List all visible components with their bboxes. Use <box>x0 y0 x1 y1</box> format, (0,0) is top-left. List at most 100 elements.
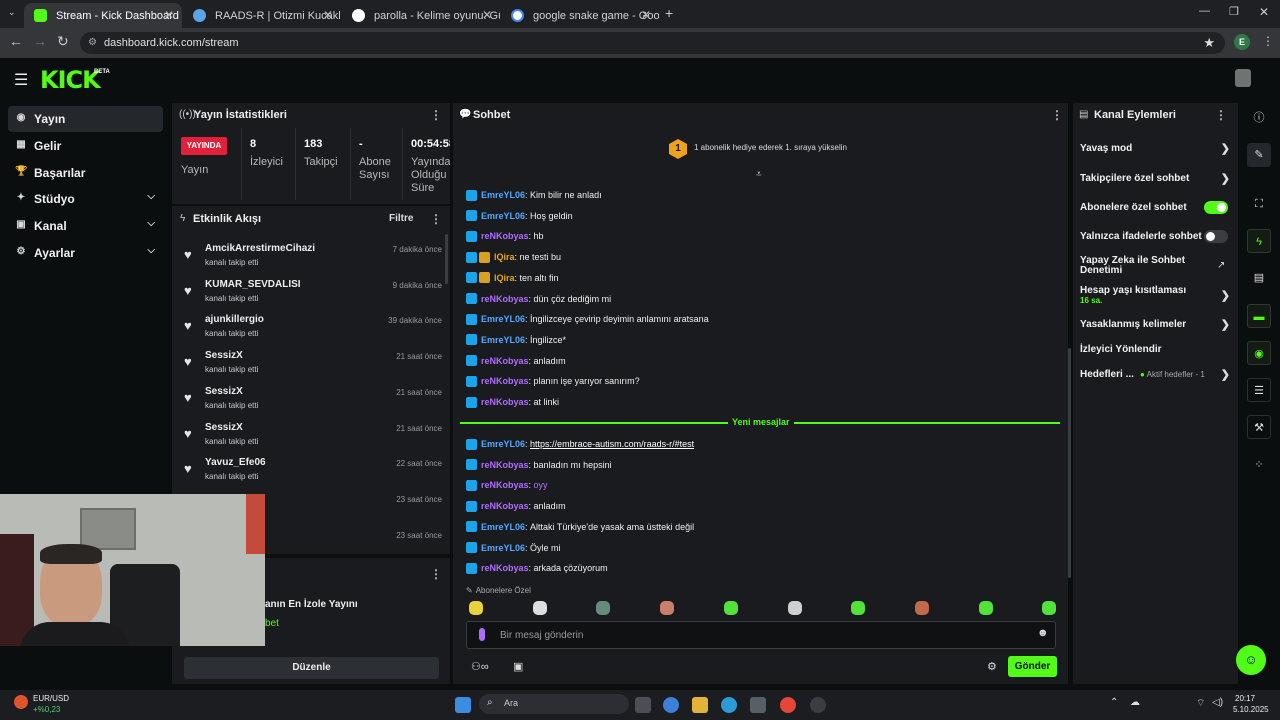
volume-icon[interactable]: ◁) <box>1212 697 1223 708</box>
kick-logo[interactable]: KICK <box>40 66 101 94</box>
chat-message[interactable]: EmreYL06: https://embrace-autism.com/raa… <box>466 436 694 452</box>
tab-raads[interactable]: RAADS-R | Otizmi Kucaklayın ✕ <box>183 3 341 28</box>
copilot-icon[interactable] <box>663 697 679 713</box>
chat-message[interactable]: EmreYL06: Alttaki Türkiye'de yasak ama ü… <box>466 519 694 535</box>
ticker-symbol[interactable]: EUR/USD <box>33 694 69 703</box>
activity-item[interactable]: ♥ KUMAR_SEVDALISI kanalı takip etti 9 dakik… <box>180 279 442 315</box>
new-tab-icon[interactable]: + <box>665 5 673 21</box>
chat-message[interactable]: reNKobyas: planın işe yarıyor sanırım? <box>466 373 640 389</box>
send-button[interactable]: Gönder <box>1008 656 1057 677</box>
chat-message[interactable]: lQira: ten altı fin <box>466 270 559 286</box>
slow-mode-row[interactable]: Yavaş mod ❯ <box>1080 143 1230 155</box>
chat-message[interactable]: EmreYL06: Kim bilir ne anladı <box>466 187 602 203</box>
sidebar-item-yayin[interactable]: ◉ Yayın <box>8 106 163 132</box>
reload-icon[interactable]: ↻ <box>57 33 69 50</box>
close-tab-icon[interactable]: ✕ <box>482 8 492 22</box>
frog-emote-icon[interactable] <box>723 601 738 615</box>
document-icon[interactable]: ▤ <box>1247 266 1271 290</box>
close-window-icon[interactable]: ✕ <box>1259 5 1269 19</box>
chat-username[interactable]: EmreYL06 <box>481 335 525 345</box>
ai-moderation-row[interactable]: Yapay Zeka ile Sohbet Denetimi <box>1080 256 1208 276</box>
url-field[interactable]: ⚙ dashboard.kick.com/stream ★ <box>80 32 1225 54</box>
obs-icon[interactable] <box>810 697 826 713</box>
edge-icon[interactable] <box>721 697 737 713</box>
speaker-emote-icon[interactable] <box>532 601 547 615</box>
followers-chat-row[interactable]: Takipçilere özel sohbet ❯ <box>1080 173 1230 185</box>
blob-emote-icon[interactable] <box>978 601 993 615</box>
stats-menu-icon[interactable]: ⋮ <box>430 108 442 122</box>
chat-message[interactable]: reNKobyas: arkada çözüyorum <box>466 560 608 576</box>
user-avatar[interactable] <box>1235 69 1251 87</box>
users-icon[interactable]: ⚇∞ <box>471 660 489 673</box>
broadcast-icon[interactable]: ◉ <box>1247 341 1271 365</box>
chat-username[interactable]: reNKobyas <box>481 480 529 490</box>
chat-username[interactable]: reNKobyas <box>481 460 529 470</box>
chat-message[interactable]: reNKobyas: at linki <box>466 394 559 410</box>
file-explorer-icon[interactable] <box>692 697 708 713</box>
sidebar-item-studyo[interactable]: ✦ Stüdyo ⌵ <box>8 186 163 212</box>
profile-avatar-icon[interactable]: E <box>1234 34 1250 50</box>
cat-emote-icon[interactable] <box>660 601 675 615</box>
tab-search-icon[interactable]: ⌄ <box>8 7 16 18</box>
chat-menu-icon[interactable]: ⋮ <box>1051 108 1063 122</box>
layout-icon[interactable]: ☰ <box>1247 378 1271 402</box>
cup-emote-icon[interactable] <box>851 601 866 615</box>
close-tab-icon[interactable]: ✕ <box>164 8 174 22</box>
goals-row[interactable]: Hedefleri ... ● Aktif hedefler - 1 ❯ <box>1080 369 1230 381</box>
chat-username[interactable]: reNKobyas <box>481 294 529 304</box>
chat-message[interactable]: reNKobyas: hb <box>466 228 544 244</box>
chat-username[interactable]: EmreYL06 <box>481 314 525 324</box>
chat-settings-icon[interactable]: ⚙ <box>987 660 997 673</box>
activity-scrollbar[interactable] <box>445 234 448 284</box>
chat-message[interactable]: lQira: ne testi bu <box>466 249 561 265</box>
external-link-icon[interactable]: ↗ <box>1217 260 1225 271</box>
chat-message[interactable]: reNKobyas: banladın mı hepsini <box>466 457 612 473</box>
chat-message[interactable]: EmreYL06: İngilizceye çevirip deyimin an… <box>466 311 709 327</box>
chat-username[interactable]: reNKobyas <box>481 397 529 407</box>
edit-icon[interactable]: ✎ <box>1247 143 1271 167</box>
activity-item[interactable]: ♥ SessizX kanalı takip etti 21 saat önce <box>180 422 442 458</box>
chat-username[interactable]: EmreYL06 <box>481 211 525 221</box>
chat-message[interactable]: EmreYL06: İngilizce* <box>466 332 566 348</box>
chat-scrollbar[interactable] <box>1068 348 1071 578</box>
browser-menu-icon[interactable]: ⋮ <box>1262 34 1274 48</box>
bookmark-star-icon[interactable]: ★ <box>1203 32 1215 54</box>
chat-username[interactable]: reNKobyas <box>481 563 529 573</box>
chat-message[interactable]: reNKobyas: dün çöz dediğim mi <box>466 291 611 307</box>
goal-banner[interactable]: 1 1 abonelik hediye ederek 1. sıraya yük… <box>460 132 1060 166</box>
chat-username[interactable]: EmreYL06 <box>481 543 525 553</box>
wrench-icon[interactable]: ⚒ <box>1247 415 1271 439</box>
channel-actions-menu-icon[interactable]: ⋮ <box>1215 108 1227 122</box>
box-emote-icon[interactable] <box>914 601 929 615</box>
taskbar-time[interactable]: 20:17 <box>1235 694 1255 703</box>
chat-username[interactable]: reNKobyas <box>481 231 529 241</box>
chat-message[interactable]: reNKobyas: oyy <box>466 477 548 493</box>
gift-icon[interactable]: ▣ <box>513 660 523 673</box>
subscribers-chat-toggle[interactable] <box>1204 201 1228 214</box>
chat-username[interactable]: lQira <box>494 273 515 283</box>
duck-emote-icon[interactable] <box>469 601 483 615</box>
emote-chat-toggle[interactable] <box>1204 230 1228 243</box>
activity-item[interactable]: ♥ SessizX kanalı takip etti 21 saat önce <box>180 350 442 386</box>
forward-icon[interactable]: → <box>33 33 47 49</box>
turtle-emote-icon[interactable] <box>596 601 611 615</box>
viewer-redirect-row[interactable]: İzleyici Yönlendir <box>1080 344 1230 355</box>
close-tab-icon[interactable]: ✕ <box>641 8 651 22</box>
info-icon[interactable]: ⓘ <box>1247 106 1271 130</box>
close-tab-icon[interactable]: ✕ <box>323 8 333 22</box>
tray-chevron-icon[interactable]: ⌃ <box>1110 697 1118 708</box>
account-age-row[interactable]: Hesap yaşı kısıtlaması ❯ 16 sa. <box>1080 285 1230 305</box>
collapse-pinned-icon[interactable]: ⩡ <box>756 169 762 180</box>
mic-icon[interactable] <box>479 628 485 641</box>
back-icon[interactable]: ← <box>9 33 23 49</box>
emoji-picker-icon[interactable]: ☻ <box>1037 627 1049 639</box>
edit-button[interactable]: Düzenle <box>184 657 439 679</box>
tab-kick-dashboard[interactable]: Stream - Kick Dashboard ✕ <box>24 3 182 28</box>
chat-message[interactable]: EmreYL06: Hoş geldin <box>466 208 573 224</box>
bolt-icon[interactable]: ϟ <box>1247 229 1271 253</box>
site-info-icon[interactable]: ⚙ <box>88 32 97 54</box>
chat-username[interactable]: reNKobyas <box>481 356 529 366</box>
tab-parolla[interactable]: parolla - Kelime oyunu. Günlük ✕ <box>342 3 500 28</box>
activity-menu-icon[interactable]: ⋮ <box>430 212 442 226</box>
fullscreen-icon[interactable]: ⛶ <box>1247 192 1271 216</box>
